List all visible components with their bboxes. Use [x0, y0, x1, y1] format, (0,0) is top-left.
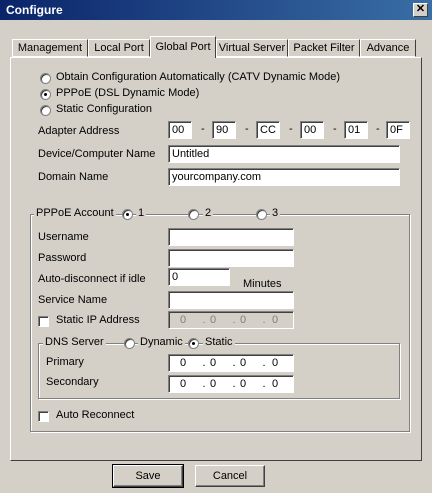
dns-primary-label: Primary — [46, 356, 84, 368]
account-2-radio[interactable] — [188, 209, 199, 220]
dns-primary-octet: 0 — [239, 357, 247, 369]
dns-secondary-octet: 0 — [271, 378, 279, 390]
password-input[interactable] — [168, 249, 294, 267]
dns-dynamic-radio[interactable] — [124, 338, 135, 349]
service-name-input[interactable] — [168, 291, 294, 309]
dns-primary-octet: 0 — [271, 357, 279, 369]
minutes-label: Minutes — [243, 278, 282, 290]
static-ip-octet: 0 — [239, 314, 247, 326]
password-label: Password — [38, 252, 87, 264]
adapter-separator: - — [376, 123, 380, 135]
dns-dynamic-label: Dynamic — [138, 336, 185, 348]
static-ip-checkbox[interactable] — [38, 316, 49, 327]
mode-catv-label: Obtain Configuration Automatically (CATV… — [56, 71, 341, 83]
adapter-address-label: Adapter Address — [38, 125, 120, 137]
account-2-label: 2 — [203, 207, 214, 219]
auto-reconnect-label: Auto Reconnect — [56, 409, 135, 421]
static-ip-field[interactable]: 0 . 0 . 0 . 0 — [168, 311, 294, 329]
mode-catv-radio[interactable] — [40, 73, 51, 84]
adapter-separator: - — [333, 123, 337, 135]
mode-static-label: Static Configuration — [56, 103, 152, 115]
adapter-octet-2[interactable]: 90 — [212, 121, 236, 139]
service-name-label: Service Name — [38, 294, 108, 306]
dns-static-label: Static — [203, 336, 235, 348]
device-name-input[interactable]: Untitled — [168, 145, 400, 163]
save-button[interactable]: Save — [112, 464, 184, 488]
dns-static-radio[interactable] — [188, 338, 199, 349]
mode-pppoe-radio[interactable] — [40, 89, 51, 100]
dns-secondary-label: Secondary — [46, 376, 99, 388]
adapter-octet-6[interactable]: 0F — [386, 121, 410, 139]
device-name-label: Device/Computer Name — [38, 148, 156, 160]
username-label: Username — [38, 231, 89, 243]
auto-disconnect-label: Auto-disconnect if idle — [38, 273, 146, 285]
account-1-label: 1 — [136, 207, 147, 219]
dns-primary-octet: 0 — [179, 357, 187, 369]
account-3-label: 3 — [270, 207, 281, 219]
static-ip-label: Static IP Address — [56, 314, 140, 326]
mode-pppoe-label: PPPoE (DSL Dynamic Mode) — [56, 87, 200, 99]
dns-secondary-octet: 0 — [239, 378, 247, 390]
dns-secondary-octet: 0 — [179, 378, 187, 390]
adapter-octet-5[interactable]: 01 — [344, 121, 368, 139]
adapter-separator: - — [289, 123, 293, 135]
adapter-octet-4[interactable]: 00 — [300, 121, 324, 139]
adapter-octet-1[interactable]: 00 — [168, 121, 192, 139]
idle-minutes-input[interactable]: 0 — [168, 268, 230, 286]
domain-name-label: Domain Name — [38, 171, 109, 183]
dns-primary-field[interactable]: 0 . 0 . 0 . 0 — [168, 354, 294, 372]
username-input[interactable] — [168, 228, 294, 246]
cancel-button[interactable]: Cancel — [195, 465, 265, 487]
dns-secondary-octet: 0 — [209, 378, 217, 390]
adapter-separator: - — [201, 123, 205, 135]
domain-name-input[interactable]: yourcompany.com — [168, 168, 400, 186]
static-ip-octet: 0 — [271, 314, 279, 326]
adapter-octet-3[interactable]: CC — [256, 121, 280, 139]
dns-primary-octet: 0 — [209, 357, 217, 369]
auto-reconnect-checkbox[interactable] — [38, 411, 49, 422]
pppoe-account-legend: PPPoE Account — [34, 207, 116, 219]
mode-static-radio[interactable] — [40, 105, 51, 116]
static-ip-octet: 0 — [179, 314, 187, 326]
adapter-separator: - — [245, 123, 249, 135]
dns-server-legend: DNS Server — [43, 336, 106, 348]
account-3-radio[interactable] — [256, 209, 267, 220]
account-1-radio[interactable] — [122, 209, 133, 220]
static-ip-octet: 0 — [209, 314, 217, 326]
dns-secondary-field[interactable]: 0 . 0 . 0 . 0 — [168, 375, 294, 393]
